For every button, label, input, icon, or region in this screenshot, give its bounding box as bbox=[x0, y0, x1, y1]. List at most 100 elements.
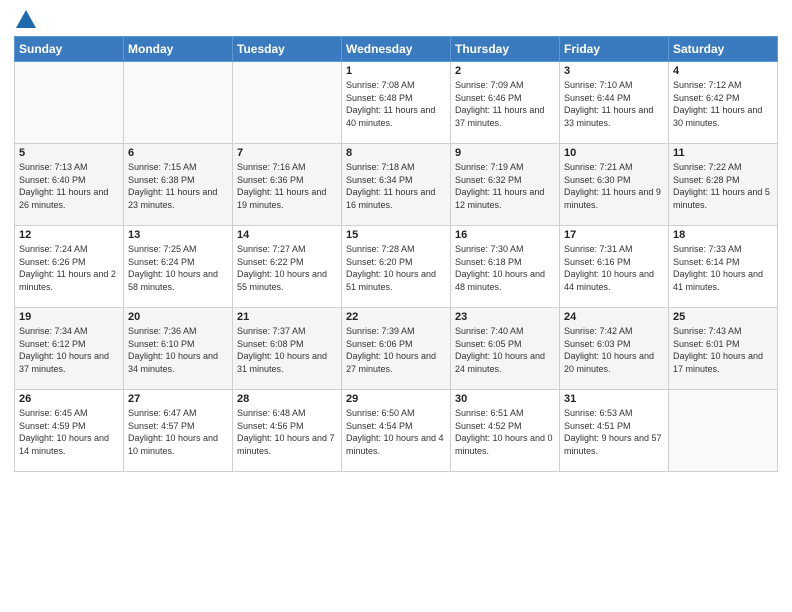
calendar-cell: 4Sunrise: 7:12 AM Sunset: 6:42 PM Daylig… bbox=[669, 62, 778, 144]
calendar-cell: 3 Sunrise: 7:10 AM Sunset: 6:44 PM Daylig… bbox=[560, 62, 669, 144]
day-number: 26 bbox=[19, 393, 119, 405]
day-info: Sunrise: 7:10 AM Sunset: 6:44 PM Dayligh… bbox=[564, 79, 664, 129]
day-number: 2 bbox=[455, 65, 555, 77]
calendar-cell: 18Sunrise: 7:33 AM Sunset: 6:14 PM Dayli… bbox=[669, 226, 778, 308]
day-info: Sunrise: 7:30 AM Sunset: 6:18 PM Dayligh… bbox=[455, 243, 555, 293]
day-info: Sunrise: 6:53 AM Sunset: 4:51 PM Dayligh… bbox=[564, 407, 664, 457]
calendar-cell: 31 Sunrise: 6:53 AM Sunset: 4:51 PM Dayli… bbox=[560, 390, 669, 472]
day-number: 10 bbox=[564, 147, 664, 159]
calendar-cell: 9 Sunrise: 7:19 AM Sunset: 6:32 PM Daylig… bbox=[451, 144, 560, 226]
day-number: 11 bbox=[673, 147, 773, 159]
day-number: 8 bbox=[346, 147, 446, 159]
calendar-week-row: 12 Sunrise: 7:24 AM Sunset: 6:26 PM Dayli… bbox=[15, 226, 778, 308]
calendar-cell: 19 Sunrise: 7:34 AM Sunset: 6:12 PM Dayli… bbox=[15, 308, 124, 390]
calendar-cell: 17Sunrise: 7:31 AM Sunset: 6:16 PM Dayli… bbox=[560, 226, 669, 308]
calendar-cell: 24 Sunrise: 7:42 AM Sunset: 6:03 PM Dayli… bbox=[560, 308, 669, 390]
calendar-cell: 27 Sunrise: 6:47 AM Sunset: 4:57 PM Dayli… bbox=[124, 390, 233, 472]
day-info: Sunrise: 7:42 AM Sunset: 6:03 PM Dayligh… bbox=[564, 325, 664, 375]
day-info: Sunrise: 7:08 AM Sunset: 6:48 PM Dayligh… bbox=[346, 79, 446, 129]
day-number: 21 bbox=[237, 311, 337, 323]
header bbox=[14, 10, 778, 30]
calendar-cell: 26Sunrise: 6:45 AM Sunset: 4:59 PM Dayli… bbox=[15, 390, 124, 472]
weekday-header-wednesday: Wednesday bbox=[342, 37, 451, 62]
day-number: 20 bbox=[128, 311, 228, 323]
day-number: 18 bbox=[673, 229, 773, 241]
day-info: Sunrise: 7:18 AM Sunset: 6:34 PM Dayligh… bbox=[346, 161, 446, 211]
calendar-cell: 29 Sunrise: 6:50 AM Sunset: 4:54 PM Dayli… bbox=[342, 390, 451, 472]
day-info: Sunrise: 7:31 AM Sunset: 6:16 PM Dayligh… bbox=[564, 243, 664, 293]
day-number: 4 bbox=[673, 65, 773, 77]
day-number: 14 bbox=[237, 229, 337, 241]
calendar-cell: 22Sunrise: 7:39 AM Sunset: 6:06 PM Dayli… bbox=[342, 308, 451, 390]
day-info: Sunrise: 7:09 AM Sunset: 6:46 PM Dayligh… bbox=[455, 79, 555, 129]
calendar-cell: 10 Sunrise: 7:21 AM Sunset: 6:30 PM Dayli… bbox=[560, 144, 669, 226]
calendar-cell: 25 Sunrise: 7:43 AM Sunset: 6:01 PM Dayli… bbox=[669, 308, 778, 390]
calendar-cell: 7Sunrise: 7:16 AM Sunset: 6:36 PM Daylig… bbox=[233, 144, 342, 226]
day-number: 9 bbox=[455, 147, 555, 159]
day-number: 12 bbox=[19, 229, 119, 241]
day-number: 30 bbox=[455, 393, 555, 405]
day-info: Sunrise: 7:21 AM Sunset: 6:30 PM Dayligh… bbox=[564, 161, 664, 211]
weekday-header-saturday: Saturday bbox=[669, 37, 778, 62]
day-info: Sunrise: 7:36 AM Sunset: 6:10 PM Dayligh… bbox=[128, 325, 228, 375]
day-number: 1 bbox=[346, 65, 446, 77]
calendar-cell: 15 Sunrise: 7:28 AM Sunset: 6:20 PM Dayli… bbox=[342, 226, 451, 308]
weekday-header-friday: Friday bbox=[560, 37, 669, 62]
calendar-week-row: 26Sunrise: 6:45 AM Sunset: 4:59 PM Dayli… bbox=[15, 390, 778, 472]
calendar-cell: 12 Sunrise: 7:24 AM Sunset: 6:26 PM Dayli… bbox=[15, 226, 124, 308]
day-number: 29 bbox=[346, 393, 446, 405]
day-number: 24 bbox=[564, 311, 664, 323]
day-info: Sunrise: 7:13 AM Sunset: 6:40 PM Dayligh… bbox=[19, 161, 119, 211]
day-number: 3 bbox=[564, 65, 664, 77]
day-info: Sunrise: 7:34 AM Sunset: 6:12 PM Dayligh… bbox=[19, 325, 119, 375]
day-number: 25 bbox=[673, 311, 773, 323]
day-info: Sunrise: 6:50 AM Sunset: 4:54 PM Dayligh… bbox=[346, 407, 446, 457]
calendar-cell bbox=[669, 390, 778, 472]
calendar-cell: 21 Sunrise: 7:37 AM Sunset: 6:08 PM Dayli… bbox=[233, 308, 342, 390]
calendar-cell: 5 Sunrise: 7:13 AM Sunset: 6:40 PM Daylig… bbox=[15, 144, 124, 226]
day-info: Sunrise: 7:43 AM Sunset: 6:01 PM Dayligh… bbox=[673, 325, 773, 375]
calendar-cell bbox=[233, 62, 342, 144]
calendar-week-row: 19 Sunrise: 7:34 AM Sunset: 6:12 PM Dayli… bbox=[15, 308, 778, 390]
day-number: 5 bbox=[19, 147, 119, 159]
day-info: Sunrise: 6:51 AM Sunset: 4:52 PM Dayligh… bbox=[455, 407, 555, 457]
day-number: 15 bbox=[346, 229, 446, 241]
calendar-cell: 28 Sunrise: 6:48 AM Sunset: 4:56 PM Dayli… bbox=[233, 390, 342, 472]
day-info: Sunrise: 6:47 AM Sunset: 4:57 PM Dayligh… bbox=[128, 407, 228, 457]
weekday-header-sunday: Sunday bbox=[15, 37, 124, 62]
day-info: Sunrise: 7:16 AM Sunset: 6:36 PM Dayligh… bbox=[237, 161, 337, 211]
day-info: Sunrise: 7:28 AM Sunset: 6:20 PM Dayligh… bbox=[346, 243, 446, 293]
calendar-cell: 20 Sunrise: 7:36 AM Sunset: 6:10 PM Dayli… bbox=[124, 308, 233, 390]
weekday-header-row: SundayMondayTuesdayWednesdayThursdayFrid… bbox=[15, 37, 778, 62]
calendar-cell: 14 Sunrise: 7:27 AM Sunset: 6:22 PM Dayli… bbox=[233, 226, 342, 308]
day-info: Sunrise: 7:24 AM Sunset: 6:26 PM Dayligh… bbox=[19, 243, 119, 293]
calendar-cell bbox=[124, 62, 233, 144]
day-number: 19 bbox=[19, 311, 119, 323]
day-number: 6 bbox=[128, 147, 228, 159]
calendar-cell bbox=[15, 62, 124, 144]
weekday-header-thursday: Thursday bbox=[451, 37, 560, 62]
day-number: 22 bbox=[346, 311, 446, 323]
day-info: Sunrise: 7:19 AM Sunset: 6:32 PM Dayligh… bbox=[455, 161, 555, 211]
calendar-week-row: 1 Sunrise: 7:08 AM Sunset: 6:48 PM Daylig… bbox=[15, 62, 778, 144]
day-number: 31 bbox=[564, 393, 664, 405]
calendar-cell: 30 Sunrise: 6:51 AM Sunset: 4:52 PM Dayli… bbox=[451, 390, 560, 472]
day-info: Sunrise: 7:37 AM Sunset: 6:08 PM Dayligh… bbox=[237, 325, 337, 375]
page-container: SundayMondayTuesdayWednesdayThursdayFrid… bbox=[0, 0, 792, 612]
day-number: 27 bbox=[128, 393, 228, 405]
day-number: 28 bbox=[237, 393, 337, 405]
calendar-cell: 16 Sunrise: 7:30 AM Sunset: 6:18 PM Dayli… bbox=[451, 226, 560, 308]
calendar-table: SundayMondayTuesdayWednesdayThursdayFrid… bbox=[14, 36, 778, 472]
day-info: Sunrise: 7:25 AM Sunset: 6:24 PM Dayligh… bbox=[128, 243, 228, 293]
day-number: 16 bbox=[455, 229, 555, 241]
logo-triangle-icon bbox=[16, 10, 36, 28]
day-info: Sunrise: 6:48 AM Sunset: 4:56 PM Dayligh… bbox=[237, 407, 337, 457]
logo bbox=[14, 10, 36, 30]
calendar-cell: 23Sunrise: 7:40 AM Sunset: 6:05 PM Dayli… bbox=[451, 308, 560, 390]
day-number: 23 bbox=[455, 311, 555, 323]
day-info: Sunrise: 7:27 AM Sunset: 6:22 PM Dayligh… bbox=[237, 243, 337, 293]
weekday-header-tuesday: Tuesday bbox=[233, 37, 342, 62]
logo-text bbox=[14, 10, 36, 30]
calendar-cell: 1 Sunrise: 7:08 AM Sunset: 6:48 PM Daylig… bbox=[342, 62, 451, 144]
calendar-cell: 11Sunrise: 7:22 AM Sunset: 6:28 PM Dayli… bbox=[669, 144, 778, 226]
